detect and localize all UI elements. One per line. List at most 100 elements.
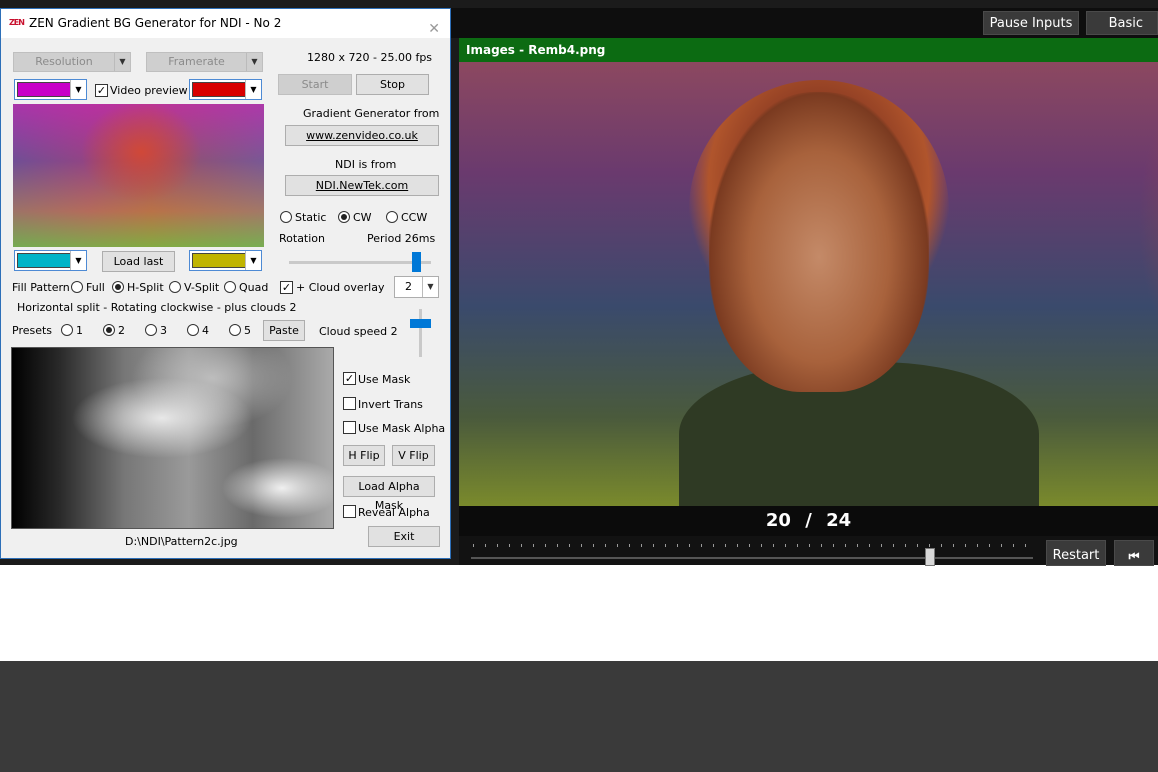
- start-button[interactable]: Start: [278, 74, 352, 95]
- ndi-from-label: NDI is from: [335, 158, 397, 171]
- pattern-description: Horizontal split - Rotating clockwise - …: [17, 301, 297, 314]
- preset-1-radio[interactable]: [61, 324, 73, 336]
- cloud-speed-label: Cloud speed 2: [319, 325, 398, 338]
- use-mask-checkbox[interactable]: ✓: [343, 372, 356, 385]
- resolution-dropdown[interactable]: Resolution ▼: [13, 52, 131, 72]
- rotation-cw-radio[interactable]: [338, 211, 350, 223]
- vflip-button[interactable]: V Flip: [392, 445, 435, 466]
- use-mask-label: Use Mask: [358, 373, 411, 386]
- restart-button[interactable]: Restart: [1046, 540, 1106, 566]
- basic-button[interactable]: Basic: [1086, 11, 1158, 35]
- cloud-speed-slider[interactable]: [419, 309, 422, 357]
- cloud-value: 2: [405, 280, 412, 293]
- gradient-preview: [13, 104, 264, 247]
- chevron-down-icon: ▼: [70, 251, 86, 270]
- period-label: Period 26ms: [367, 232, 436, 245]
- fill-quad-label: Quad: [239, 281, 269, 294]
- swatch-color: [192, 253, 246, 268]
- lower-panel: [0, 661, 1158, 772]
- close-icon[interactable]: ✕: [428, 15, 440, 44]
- fill-hsplit-radio[interactable]: [112, 281, 124, 293]
- skip-to-start-icon[interactable]: ⏮: [1114, 540, 1154, 566]
- chevron-down-icon: ▼: [114, 53, 130, 71]
- color-swatch-bottom-right[interactable]: ▼: [189, 250, 262, 271]
- preset-1-label: 1: [76, 324, 83, 337]
- hflip-button[interactable]: H Flip: [343, 445, 385, 466]
- rotation-period-thumb[interactable]: [412, 252, 421, 272]
- cloud-select[interactable]: 2 ▼: [394, 276, 439, 298]
- counter-current: 20: [765, 510, 791, 531]
- rotation-period-slider[interactable]: [289, 261, 431, 264]
- format-text: 1280 x 720 - 25.00 fps: [307, 51, 433, 64]
- rotation-static-radio[interactable]: [280, 211, 292, 223]
- fill-full-label: Full: [86, 281, 105, 294]
- pause-inputs-button[interactable]: Pause Inputs: [983, 11, 1079, 35]
- dialog-title-bar: ZEN ZEN Gradient BG Generator for NDI - …: [1, 9, 450, 38]
- color-swatch-top-left[interactable]: ▼: [14, 79, 87, 100]
- cloud-speed-thumb[interactable]: [410, 319, 431, 328]
- timeline-track: [471, 557, 1033, 559]
- preview-title: Images - Remb4.png: [466, 43, 606, 57]
- paste-button[interactable]: Paste: [263, 320, 305, 341]
- fill-pattern-label: Fill Pattern: [12, 281, 70, 294]
- fill-full-radio[interactable]: [71, 281, 83, 293]
- image-counter: 20 / 24: [459, 506, 1158, 536]
- chevron-down-icon: ▼: [422, 277, 438, 297]
- fill-hsplit-label: H-Split: [127, 281, 164, 294]
- preset-2-radio[interactable]: [103, 324, 115, 336]
- fill-vsplit-radio[interactable]: [169, 281, 181, 293]
- framerate-dropdown[interactable]: Framerate ▼: [146, 52, 263, 72]
- preset-2-label: 2: [118, 324, 125, 337]
- preset-5-label: 5: [244, 324, 251, 337]
- preset-4-radio[interactable]: [187, 324, 199, 336]
- stop-button[interactable]: Stop: [356, 74, 429, 95]
- fill-vsplit-label: V-Split: [184, 281, 220, 294]
- reveal-alpha-checkbox[interactable]: [343, 505, 356, 518]
- gradient-from-label: Gradient Generator from: [303, 107, 440, 120]
- video-preview-checkbox[interactable]: ✓: [95, 84, 108, 97]
- timeline-thumb[interactable]: [925, 548, 935, 566]
- rotation-static-label: Static: [295, 211, 327, 224]
- chevron-down-icon: ▼: [245, 251, 261, 270]
- load-alpha-mask-button[interactable]: Load Alpha Mask: [343, 476, 435, 512]
- preset-3-label: 3: [160, 324, 167, 337]
- load-last-button[interactable]: Load last: [102, 251, 175, 272]
- timeline-ticks: [473, 544, 1033, 547]
- chevron-down-icon: ▼: [70, 80, 86, 99]
- cloud-overlay-label: + Cloud overlay: [296, 281, 385, 294]
- rotation-ccw-label: CCW: [401, 211, 428, 224]
- swatch-color: [17, 253, 71, 268]
- preset-4-label: 4: [202, 324, 209, 337]
- rotation-label: Rotation: [279, 232, 326, 245]
- chevron-down-icon: ▼: [246, 53, 262, 71]
- reveal-alpha-label: Reveal Alpha: [358, 506, 430, 519]
- color-swatch-bottom-left[interactable]: ▼: [14, 250, 87, 271]
- chevron-down-icon: ▼: [245, 80, 261, 99]
- resolution-label: Resolution: [35, 55, 93, 68]
- preset-5-radio[interactable]: [229, 324, 241, 336]
- cloud-overlay-checkbox[interactable]: ✓: [280, 281, 293, 294]
- use-mask-alpha-checkbox[interactable]: [343, 421, 356, 434]
- exit-button[interactable]: Exit: [368, 526, 440, 547]
- mask-path: D:\NDI\Pattern2c.jpg: [125, 535, 238, 548]
- ndi-link[interactable]: NDI.NewTek.com: [285, 175, 439, 196]
- counter-separator: /: [805, 510, 812, 531]
- use-mask-alpha-label: Use Mask Alpha: [358, 422, 446, 435]
- rotation-cw-label: CW: [353, 211, 372, 224]
- zen-app-icon: ZEN: [9, 18, 25, 27]
- framerate-label: Framerate: [168, 55, 225, 68]
- zen-dialog: ZEN ZEN Gradient BG Generator for NDI - …: [0, 8, 451, 559]
- presets-label: Presets: [12, 324, 53, 337]
- preview-image: [459, 62, 1158, 506]
- video-preview-label: Video preview: [110, 84, 188, 97]
- preview-title-bar: Images - Remb4.png: [459, 38, 1158, 62]
- dialog-title: ZEN Gradient BG Generator for NDI - No 2: [29, 16, 282, 30]
- preset-3-radio[interactable]: [145, 324, 157, 336]
- color-swatch-top-right[interactable]: ▼: [189, 79, 262, 100]
- fill-quad-radio[interactable]: [224, 281, 236, 293]
- swatch-color: [17, 82, 71, 97]
- rotation-ccw-radio[interactable]: [386, 211, 398, 223]
- swatch-color: [192, 82, 246, 97]
- zen-link[interactable]: www.zenvideo.co.uk: [285, 125, 439, 146]
- invert-trans-checkbox[interactable]: [343, 397, 356, 410]
